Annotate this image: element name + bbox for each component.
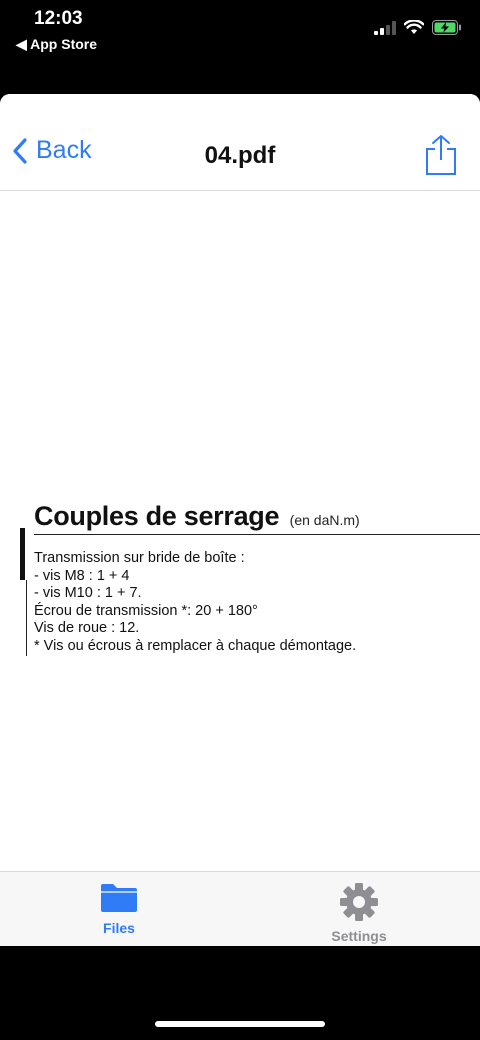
tab-files[interactable]: Files: [49, 882, 189, 936]
body-line: Écrou de transmission *: 20 + 180°: [34, 602, 258, 619]
body-line: Vis de roue : 12.: [34, 620, 140, 636]
tab-settings[interactable]: Settings: [289, 882, 429, 944]
tab-bar: Files Settings: [0, 871, 480, 946]
tab-files-label: Files: [103, 920, 135, 936]
navigation-bar: Back 04.pdf: [0, 94, 480, 191]
pdf-viewer-sheet: Back 04.pdf Couples de serrage (en daN.m…: [0, 94, 480, 946]
status-icons: [374, 20, 462, 35]
body-line: Transmission sur bride de boîte :: [34, 550, 245, 566]
status-bar: 12:03 ◀ App Store: [0, 0, 480, 60]
cellular-signal-icon: [374, 20, 396, 35]
body-line: - vis M10 : 1 + 7.: [34, 585, 142, 601]
folder-icon: [101, 884, 137, 912]
section-body: Transmission sur bride de boîte : - vis …: [34, 550, 356, 655]
wifi-icon: [404, 20, 424, 34]
section-marker-bar: [20, 528, 25, 580]
section-title: Couples de serrage: [34, 501, 280, 531]
body-line: - vis M8 : 1 + 4: [34, 567, 130, 584]
body-line: * Vis ou écrous à remplacer à chaque dém…: [34, 637, 357, 654]
tab-settings-label: Settings: [331, 928, 387, 944]
pdf-page[interactable]: Couples de serrage (en daN.m) Transmissi…: [0, 191, 480, 871]
page-title: 04.pdf: [204, 142, 276, 169]
home-indicator[interactable]: [155, 1021, 325, 1027]
back-to-app-store[interactable]: ◀ App Store: [16, 36, 97, 53]
battery-charging-icon: [432, 20, 461, 35]
section-marker-line: [26, 580, 27, 656]
section-unit: (en daN.m): [289, 512, 360, 528]
share-icon[interactable]: [424, 134, 458, 176]
gear-icon: [340, 883, 378, 921]
section-heading: Couples de serrage (en daN.m): [34, 501, 480, 535]
status-time: 12:03: [34, 8, 83, 29]
